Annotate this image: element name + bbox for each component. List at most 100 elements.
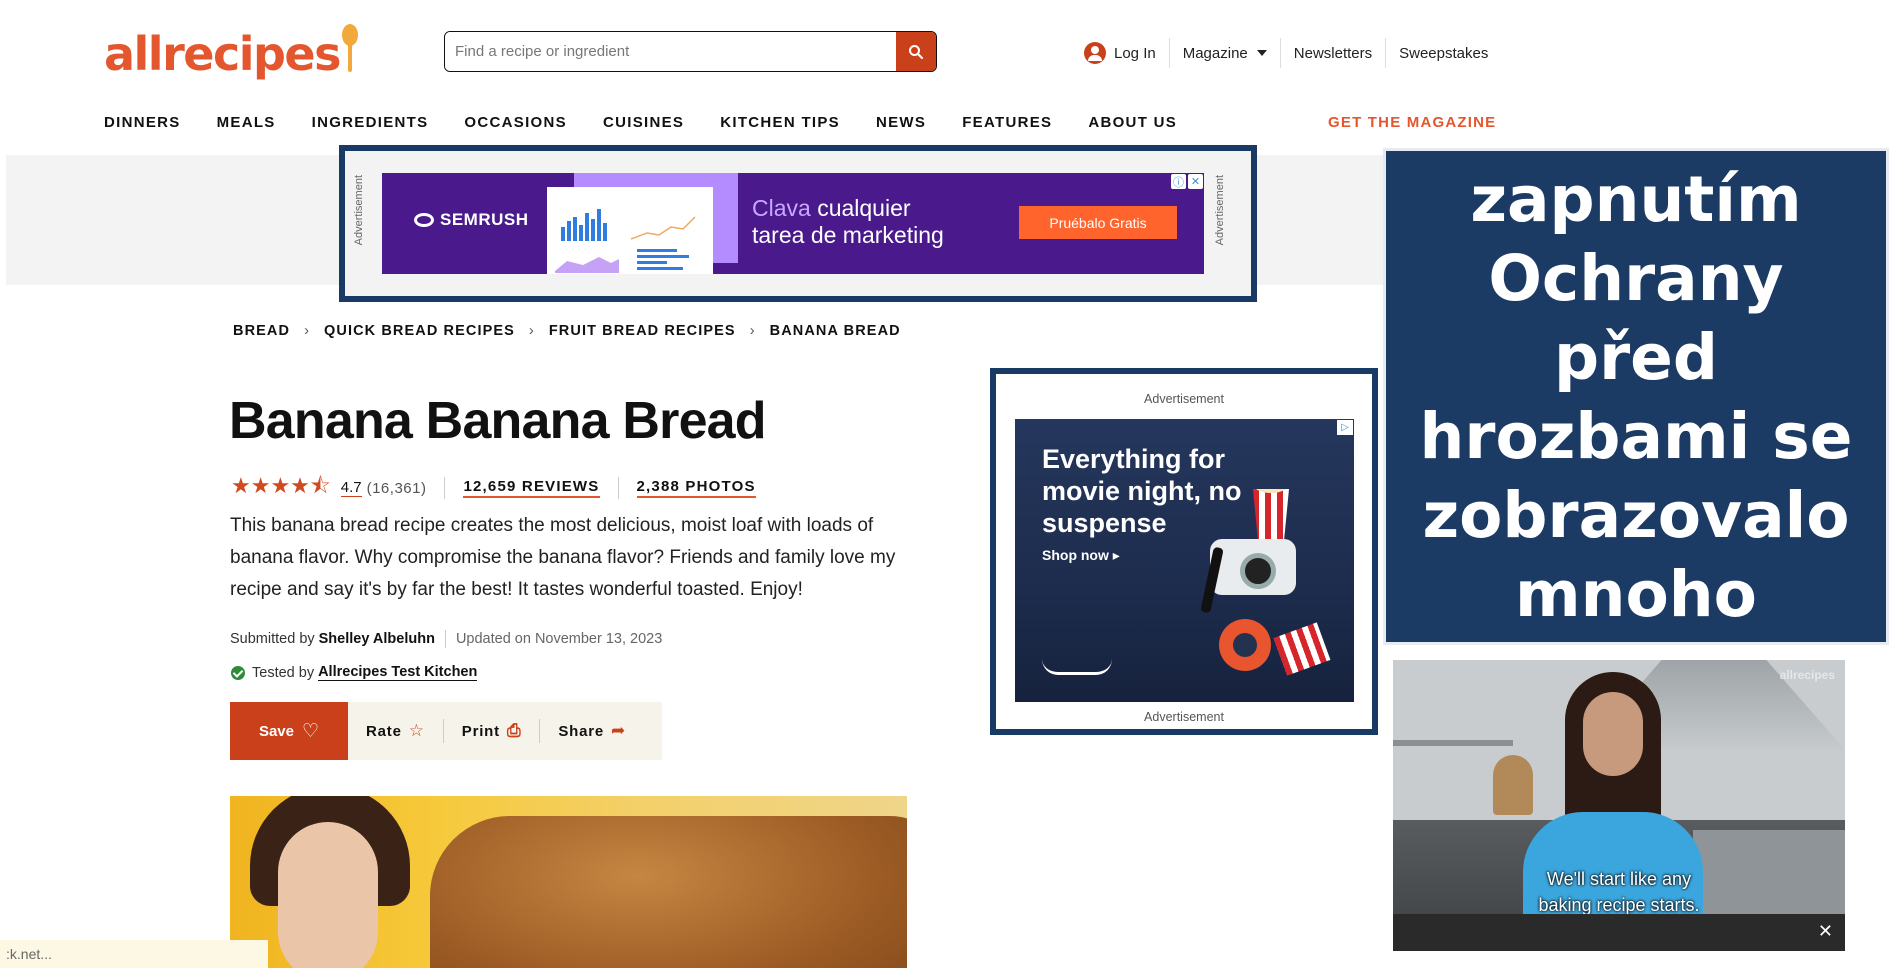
save-label: Save [258,722,294,740]
chef-face-image [278,822,378,968]
semrush-brand: SEMRUSH [414,210,529,230]
star-outline-icon: ☆ [408,721,425,740]
side-ad-highlight-frame: Advertisement Everything for movie night… [990,368,1378,735]
nav-meals[interactable]: MEALS [217,114,276,131]
printer-icon: ⎙ [506,721,522,740]
breadcrumb: BREAD › QUICK BREAD RECIPES › FRUIT BREA… [233,323,901,339]
video-caption: We'll start like any baking recipe starts… [1393,866,1845,918]
top-ad-highlight-frame: Advertisement SEMRUSH Clava cualquier tar… [339,145,1257,302]
caret-down-icon [1256,50,1267,56]
star-rating-icon: ★★★★⯪ [231,473,331,498]
shop-now-link[interactable]: Shop now ▸ [1042,547,1120,564]
chevron-right-icon: › [528,323,535,339]
ad-chart-graphic [555,209,696,273]
user-icon [1084,42,1106,64]
close-ad-icon[interactable]: ✕ [1188,174,1203,189]
video-player[interactable]: allrecipes We'll start like any baking re… [1393,660,1845,951]
breadcrumb-banana-bread[interactable]: BANANA BREAD [770,323,901,339]
popcorn-image [1253,489,1289,545]
chevron-right-icon: › [749,323,756,339]
breadcrumb-fruit-bread[interactable]: FRUIT BREAD RECIPES [549,323,736,339]
projector-image [1210,539,1296,595]
reviews-link[interactable]: 12,659 REVIEWS [463,478,600,498]
tested-row: Tested by Allrecipes Test Kitchen [231,664,478,681]
shelf-image [1393,740,1513,746]
magazine-menu[interactable]: Magazine [1170,38,1281,68]
nav-dinners[interactable]: DINNERS [104,114,181,131]
submitted-by-label: Submitted by [230,631,315,647]
search-bar [444,31,937,72]
recipe-description: This banana bread recipe creates the mos… [230,515,896,600]
nav-kitchen-tips[interactable]: KITCHEN TIPS [720,114,840,131]
check-badge-icon [231,665,245,680]
video-watermark: allrecipes [1779,668,1835,682]
updated-date: Updated on November 13, 2023 [455,631,663,647]
ad-label-right: Advertisement [1214,175,1226,246]
close-icon[interactable]: ✕ [1818,921,1833,942]
presenter-face [1583,692,1643,776]
search-icon [909,44,924,59]
annotation-overlay: Před zapnutím Ochrany před hrozbami se z… [1383,84,1889,710]
submitted-row: Submitted by Shelley Albeluhn Updated on… [230,630,662,648]
ad-label-bottom: Advertisement [1144,710,1224,724]
browser-status-bar: :k.net... [0,940,268,968]
photos-link[interactable]: 2,388 PHOTOS [636,478,756,498]
login-label: Log In [1114,44,1156,62]
banana-bread-loaf-image [430,816,907,968]
heart-icon: ♡ [302,720,320,742]
recipe-actions-bar: Save ♡ Rate ☆ Print ⎙ Share ➦ [230,702,662,760]
test-kitchen-link[interactable]: Allrecipes Test Kitchen [318,664,478,681]
rating-value[interactable]: 4.7 [340,479,362,497]
recipe-hero-image[interactable] [230,796,907,968]
rate-button[interactable]: Rate ☆ [348,719,444,743]
breadcrumb-bread[interactable]: BREAD [233,323,290,339]
rate-label: Rate [366,722,402,740]
sweepstakes-link[interactable]: Sweepstakes [1386,38,1501,68]
search-button[interactable] [896,32,936,71]
nav-ingredients[interactable]: INGREDIENTS [312,114,429,131]
breadcrumb-quick-bread[interactable]: QUICK BREAD RECIPES [324,323,515,339]
adchoices-icon[interactable]: ⓘ [1171,174,1186,189]
semrush-brand-text: SEMRUSH [440,210,529,229]
main-nav: DINNERS MEALS INGREDIENTS OCCASIONS CUIS… [104,114,1213,131]
nav-news[interactable]: NEWS [876,114,926,131]
share-button[interactable]: Share ➦ [540,719,644,743]
spoon-icon [342,24,359,76]
amazon-ad[interactable]: Everything for movie night, no suspense … [1015,419,1354,702]
allrecipes-logo[interactable]: allrecipes [104,24,359,81]
logo-text: allrecipes [104,27,342,81]
headline-rest: cualquier [810,195,911,221]
smart-speaker-image [1219,619,1271,671]
semrush-cta-button[interactable]: Pruébalo Gratis [1019,206,1177,239]
print-button[interactable]: Print ⎙ [444,719,541,743]
annotation-line: zobrazovalo [1422,478,1850,552]
divider [444,477,446,499]
nav-cuisines[interactable]: CUISINES [603,114,684,131]
adchoices-icon[interactable]: ▷ [1337,420,1353,435]
amazon-ad-headline: Everything for movie night, no suspense [1042,444,1242,538]
nav-occasions[interactable]: OCCASIONS [464,114,567,131]
save-button[interactable]: Save ♡ [230,702,348,760]
annotation-line: hrozbami se [1419,399,1853,473]
newsletters-label: Newsletters [1293,44,1373,62]
search-input[interactable] [445,32,896,71]
recipe-title: Banana Banana Bread [229,392,767,450]
newsletters-link[interactable]: Newsletters [1281,38,1387,68]
ad-choices[interactable]: ⓘ ✕ [1171,174,1203,189]
share-arrow-icon: ➦ [611,721,627,740]
semrush-ad-banner[interactable]: SEMRUSH Clava cualquier tarea de marketin… [382,173,1204,274]
annotation-text: Před zapnutím Ochrany před hrozbami se z… [1406,81,1866,713]
caption-line-2: baking recipe starts. [1538,895,1700,915]
rating-row: ★★★★⯪ 4.7 (16,361) 12,659 REVIEWS 2,388 … [231,469,756,507]
login-link[interactable]: Log In [1071,38,1170,68]
nav-about-us[interactable]: ABOUT US [1088,114,1177,131]
amazon-smile-logo [1042,659,1112,675]
author-name[interactable]: Shelley Albeluhn [319,631,435,647]
annotation-line: Před zapnutím [1470,83,1802,236]
chevron-right-icon: › [304,323,310,339]
divider [617,477,619,499]
nav-features[interactable]: FEATURES [962,114,1052,131]
ad-label-top: Advertisement [1144,392,1224,406]
top-utility-nav: Log In Magazine Newsletters Sweepstakes [1071,38,1501,68]
sweepstakes-label: Sweepstakes [1399,44,1489,62]
